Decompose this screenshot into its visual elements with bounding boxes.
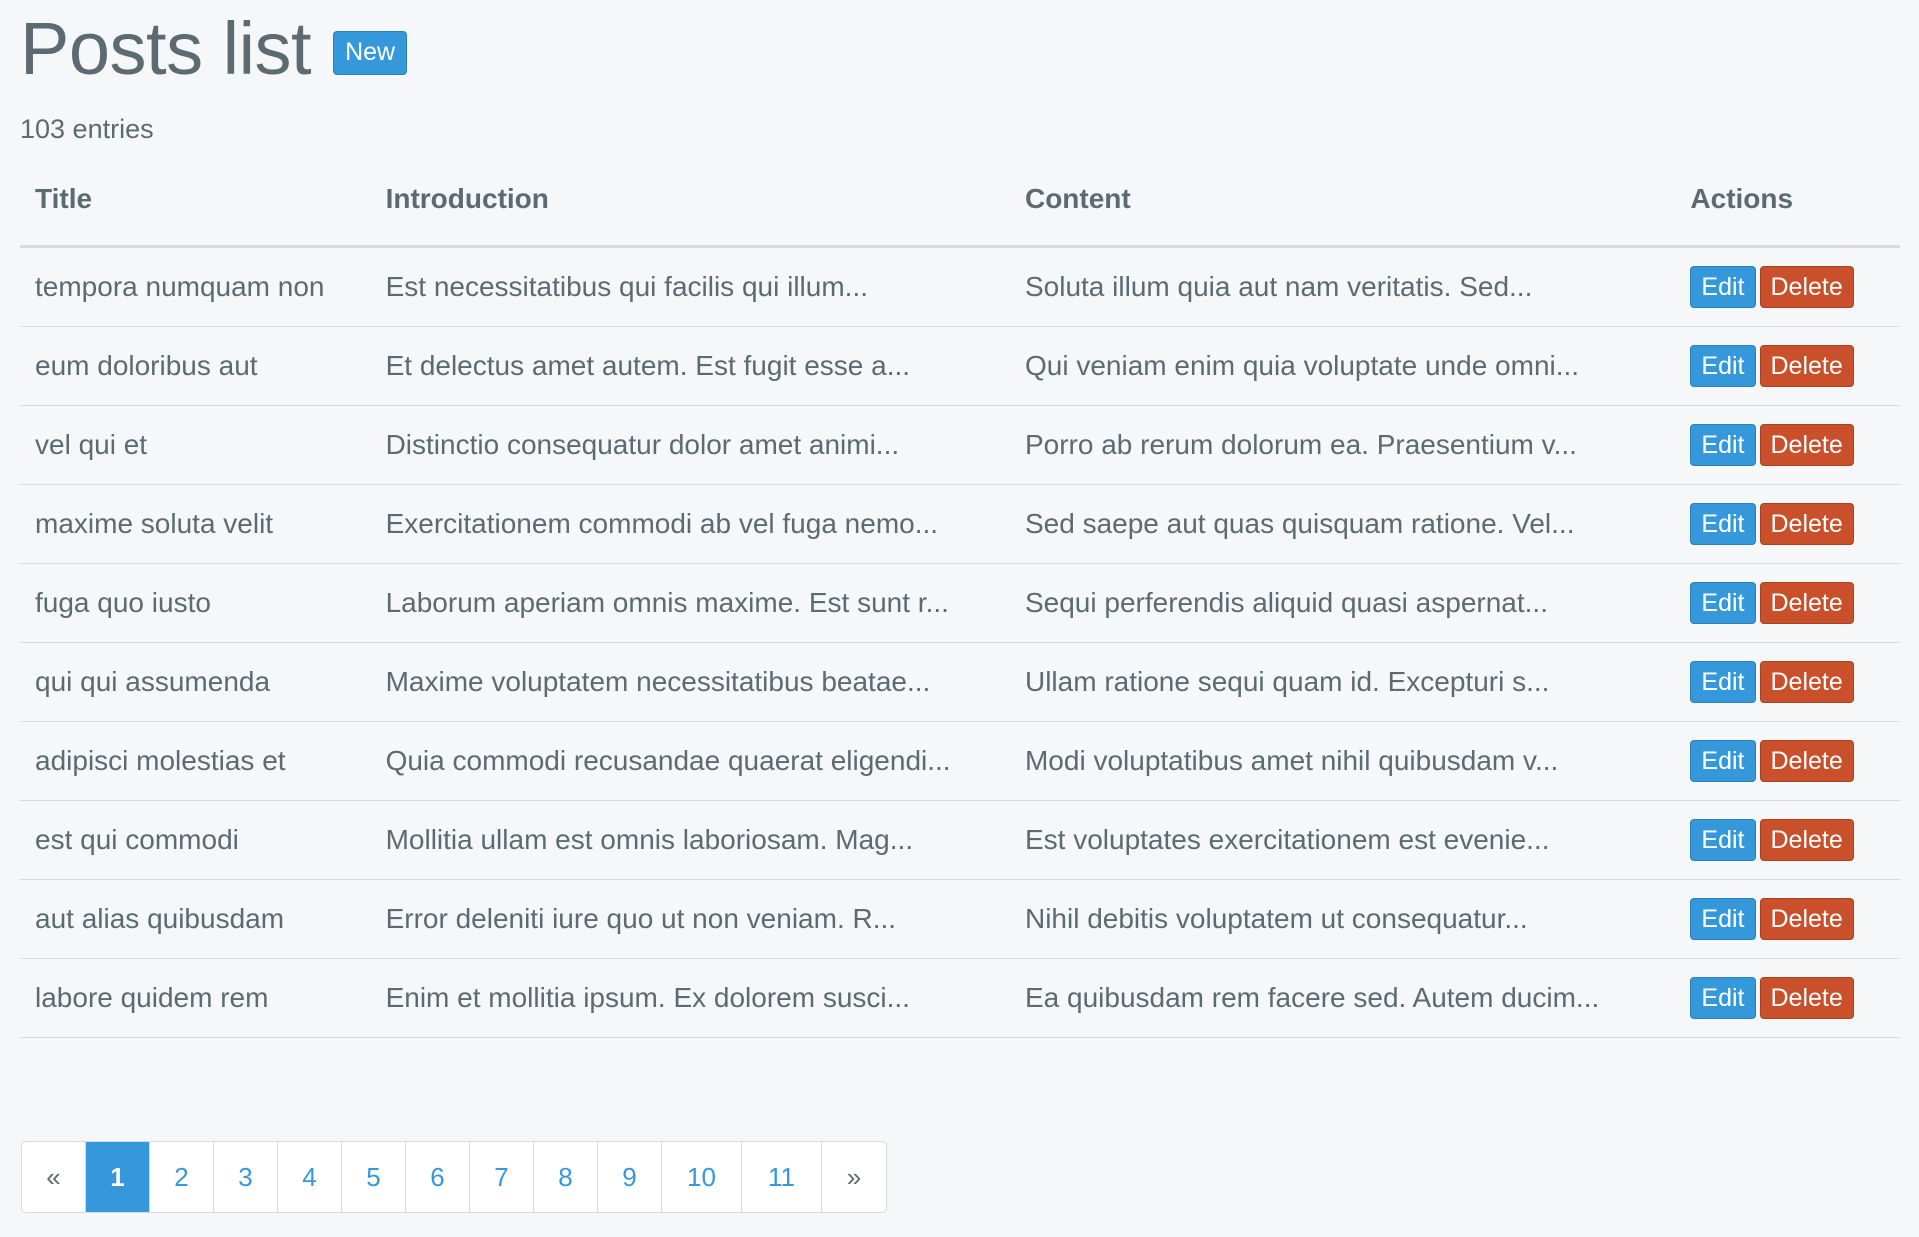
delete-button[interactable]: Delete [1759, 344, 1854, 388]
cell-introduction: Est necessitatibus qui facilis qui illum… [370, 246, 1010, 327]
table-row: labore quidem rem Enim et mollitia ipsum… [20, 958, 1900, 1038]
pagination-next-button[interactable]: » [822, 1142, 886, 1212]
table-row: qui qui assumenda Maxime voluptatem nece… [20, 642, 1900, 722]
table-row: adipisci molestias et Quia commodi recus… [20, 721, 1900, 801]
cell-content: Est voluptates exercitationem est evenie… [1009, 800, 1676, 880]
cell-title: vel qui et [20, 405, 371, 485]
edit-button[interactable]: Edit [1690, 660, 1756, 704]
pagination-page-11[interactable]: 11 [742, 1142, 822, 1212]
pagination-page-3[interactable]: 3 [214, 1142, 278, 1212]
edit-button[interactable]: Edit [1690, 502, 1756, 546]
cell-introduction: Exercitationem commodi ab vel fuga nemo.… [370, 484, 1010, 564]
edit-button[interactable]: Edit [1690, 581, 1756, 625]
new-post-button[interactable]: New [333, 31, 408, 75]
cell-title: eum doloribus aut [20, 326, 371, 406]
pagination: « 1 2 3 4 5 6 7 8 9 10 11 » [21, 1141, 887, 1213]
delete-button[interactable]: Delete [1759, 739, 1854, 783]
posts-list-page: Posts list New 103 entries Title Introdu… [0, 0, 1919, 1237]
cell-content: Ea quibusdam rem facere sed. Autem ducim… [1009, 958, 1676, 1038]
cell-actions: Edit Delete [1675, 405, 1900, 485]
cell-title: maxime soluta velit [20, 484, 371, 564]
table-row: vel qui et Distinctio consequatur dolor … [20, 405, 1900, 485]
edit-button[interactable]: Edit [1690, 265, 1756, 309]
cell-content: Qui veniam enim quia voluptate unde omni… [1009, 326, 1676, 406]
cell-introduction: Enim et mollitia ipsum. Ex dolorem susci… [370, 958, 1010, 1038]
cell-content: Ullam ratione sequi quam id. Excepturi s… [1009, 642, 1676, 722]
pagination-page-10[interactable]: 10 [662, 1142, 742, 1212]
cell-introduction: Distinctio consequatur dolor amet animi.… [370, 405, 1010, 485]
edit-button[interactable]: Edit [1690, 897, 1756, 941]
pagination-page-8[interactable]: 8 [534, 1142, 598, 1212]
pagination-page-9[interactable]: 9 [598, 1142, 662, 1212]
cell-actions: Edit Delete [1675, 246, 1900, 327]
cell-title: qui qui assumenda [20, 642, 371, 722]
table-header: Title Introduction Content Actions [20, 181, 1900, 248]
pagination-page-5[interactable]: 5 [342, 1142, 406, 1212]
column-header-actions: Actions [1675, 181, 1900, 248]
page-title: Posts list [20, 7, 312, 90]
cell-introduction: Mollitia ullam est omnis laboriosam. Mag… [370, 800, 1010, 880]
pagination-page-2[interactable]: 2 [150, 1142, 214, 1212]
column-header-introduction: Introduction [370, 181, 1010, 248]
cell-title: tempora numquam non [20, 246, 371, 327]
edit-button[interactable]: Edit [1690, 976, 1756, 1020]
cell-title: est qui commodi [20, 800, 371, 880]
cell-actions: Edit Delete [1675, 563, 1900, 643]
edit-button[interactable]: Edit [1690, 818, 1756, 862]
edit-button[interactable]: Edit [1690, 739, 1756, 783]
pagination-page-6[interactable]: 6 [406, 1142, 470, 1212]
table-row: maxime soluta velit Exercitationem commo… [20, 484, 1900, 564]
cell-actions: Edit Delete [1675, 642, 1900, 722]
cell-title: aut alias quibusdam [20, 879, 371, 959]
table-body: tempora numquam non Est necessitatibus q… [20, 246, 1900, 1038]
pagination-page-4[interactable]: 4 [278, 1142, 342, 1212]
entries-count: 103 entries [20, 114, 154, 144]
delete-button[interactable]: Delete [1759, 818, 1854, 862]
delete-button[interactable]: Delete [1759, 265, 1854, 309]
pagination-page-7[interactable]: 7 [470, 1142, 534, 1212]
cell-content: Sed saepe aut quas quisquam ratione. Vel… [1009, 484, 1676, 564]
cell-content: Porro ab rerum dolorum ea. Praesentium v… [1009, 405, 1676, 485]
delete-button[interactable]: Delete [1759, 897, 1854, 941]
cell-title: fuga quo iusto [20, 563, 371, 643]
edit-button[interactable]: Edit [1690, 423, 1756, 467]
cell-content: Sequi perferendis aliquid quasi aspernat… [1009, 563, 1676, 643]
delete-button[interactable]: Delete [1759, 423, 1854, 467]
cell-actions: Edit Delete [1675, 484, 1900, 564]
cell-title: labore quidem rem [20, 958, 371, 1038]
cell-introduction: Et delectus amet autem. Est fugit esse a… [370, 326, 1010, 406]
table-row: fuga quo iusto Laborum aperiam omnis max… [20, 563, 1900, 643]
delete-button[interactable]: Delete [1759, 976, 1854, 1020]
table-row: eum doloribus aut Et delectus amet autem… [20, 326, 1900, 406]
column-header-content: Content [1009, 181, 1676, 248]
cell-content: Soluta illum quia aut nam veritatis. Sed… [1009, 246, 1676, 327]
cell-actions: Edit Delete [1675, 958, 1900, 1038]
cell-content: Modi voluptatibus amet nihil quibusdam v… [1009, 721, 1676, 801]
cell-actions: Edit Delete [1675, 800, 1900, 880]
delete-button[interactable]: Delete [1759, 581, 1854, 625]
page-header: Posts list New [20, 0, 1899, 98]
table-row: aut alias quibusdam Error deleniti iure … [20, 879, 1900, 959]
pagination-page-1[interactable]: 1 [86, 1142, 150, 1212]
delete-button[interactable]: Delete [1759, 660, 1854, 704]
cell-content: Nihil debitis voluptatem ut consequatur.… [1009, 879, 1676, 959]
cell-introduction: Quia commodi recusandae quaerat eligendi… [370, 721, 1010, 801]
cell-title: adipisci molestias et [20, 721, 371, 801]
column-header-title: Title [20, 181, 371, 248]
cell-actions: Edit Delete [1675, 326, 1900, 406]
table-header-row: Title Introduction Content Actions [20, 181, 1900, 248]
posts-table: Title Introduction Content Actions tempo… [20, 181, 1900, 1038]
pagination-prev-button[interactable]: « [22, 1142, 86, 1212]
cell-introduction: Error deleniti iure quo ut non veniam. R… [370, 879, 1010, 959]
cell-introduction: Laborum aperiam omnis maxime. Est sunt r… [370, 563, 1010, 643]
table-row: tempora numquam non Est necessitatibus q… [20, 246, 1900, 327]
cell-introduction: Maxime voluptatem necessitatibus beatae.… [370, 642, 1010, 722]
cell-actions: Edit Delete [1675, 721, 1900, 801]
cell-actions: Edit Delete [1675, 879, 1900, 959]
table-row: est qui commodi Mollitia ullam est omnis… [20, 800, 1900, 880]
delete-button[interactable]: Delete [1759, 502, 1854, 546]
edit-button[interactable]: Edit [1690, 344, 1756, 388]
